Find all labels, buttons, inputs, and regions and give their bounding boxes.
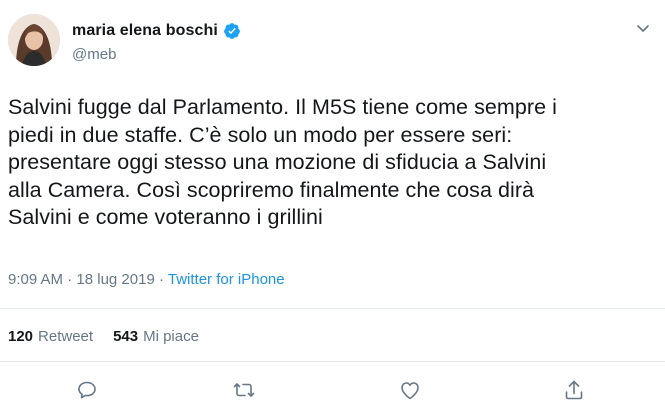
divider bbox=[0, 308, 665, 309]
reply-icon[interactable] bbox=[75, 378, 99, 402]
tweet-actions bbox=[0, 378, 665, 404]
tweet-date[interactable]: 18 lug 2019 bbox=[76, 271, 154, 288]
likes-stat[interactable]: 543 Mi piace bbox=[113, 328, 199, 345]
retweets-stat[interactable]: 120 Retweet bbox=[8, 328, 93, 345]
like-icon[interactable] bbox=[398, 378, 422, 402]
profile-photo-icon bbox=[8, 14, 60, 66]
author-handle[interactable]: @meb bbox=[72, 46, 116, 63]
author-name[interactable]: maria elena boschi bbox=[72, 22, 218, 40]
divider bbox=[0, 361, 665, 362]
likes-label: Mi piace bbox=[143, 328, 199, 345]
tweet-text: Salvini fugge dal Parlamento. Il M5S tie… bbox=[8, 95, 557, 229]
tweet-time[interactable]: 9:09 AM bbox=[8, 271, 63, 288]
meta-separator: · bbox=[67, 271, 73, 288]
share-icon[interactable] bbox=[562, 378, 586, 402]
retweets-label: Retweet bbox=[38, 328, 94, 345]
retweets-count: 120 bbox=[8, 328, 34, 345]
avatar[interactable] bbox=[8, 14, 60, 66]
meta-separator: · bbox=[158, 271, 164, 288]
chevron-down-icon[interactable] bbox=[635, 20, 651, 36]
likes-count: 543 bbox=[113, 328, 139, 345]
tweet-meta: 9:09 AM · 18 lug 2019 · Twitter for iPho… bbox=[8, 271, 285, 288]
verified-badge-icon bbox=[223, 22, 241, 40]
retweet-icon[interactable] bbox=[232, 378, 256, 402]
tweet-source-link[interactable]: Twitter for iPhone bbox=[168, 271, 285, 288]
tweet-stats: 120 Retweet 543 Mi piace bbox=[8, 328, 219, 345]
